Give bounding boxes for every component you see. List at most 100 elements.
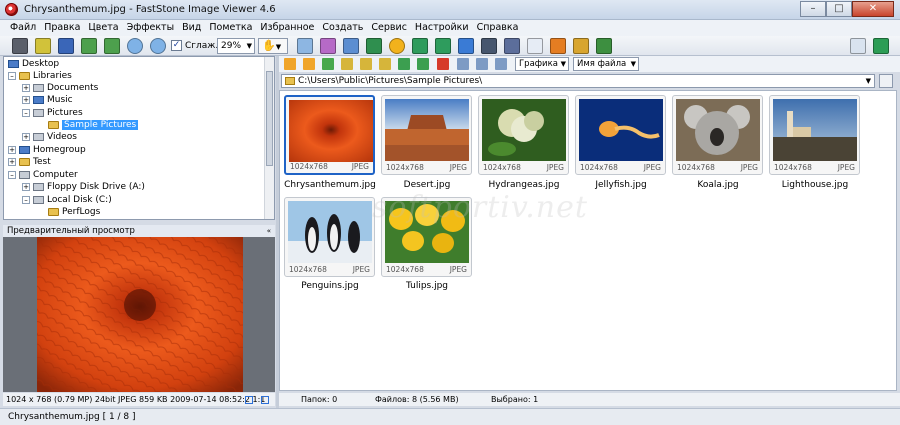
user-icon[interactable] (366, 38, 382, 54)
slideshow-icon[interactable] (320, 38, 336, 54)
copy-folder-icon[interactable] (379, 58, 391, 70)
thumbnail-name[interactable]: Chrysanthemum.jpg (280, 180, 380, 190)
thumbnail-name[interactable]: Hydrangeas.jpg (474, 180, 574, 190)
menu-help[interactable]: Справка (473, 20, 523, 36)
hand-tool-button[interactable]: ✋▼ (258, 38, 288, 54)
compare-icon[interactable] (343, 38, 359, 54)
thumbnail-card[interactable]: 1024x768 JPEG (575, 95, 666, 175)
thumbnail-name[interactable]: Lighthouse.jpg (765, 180, 865, 190)
open-folder-icon[interactable] (35, 38, 51, 54)
favorites-icon[interactable] (879, 74, 893, 88)
scrollbar-thumb[interactable] (266, 71, 273, 166)
expand-icon[interactable]: + (8, 145, 16, 154)
tree-item-floppy[interactable]: + Floppy Disk Drive (A:) (22, 181, 145, 193)
smooth-checkbox[interactable]: ✓ (171, 40, 182, 51)
thumbnail-card[interactable]: 1024x768 JPEG (284, 197, 375, 277)
tree-item-desktop[interactable]: Desktop (8, 58, 59, 70)
forward-arrow-icon[interactable] (303, 58, 315, 70)
thumbnail-name[interactable]: Tulips.jpg (377, 281, 477, 291)
tree-item-music[interactable]: + Music (22, 94, 73, 106)
menu-favorites[interactable]: Избранное (256, 20, 318, 36)
fullscreen-icon[interactable] (873, 38, 889, 54)
thumbnail-name[interactable]: Koala.jpg (668, 180, 768, 190)
expand-icon[interactable]: + (8, 157, 16, 166)
menu-colors[interactable]: Цвета (84, 20, 122, 36)
fit-icon[interactable] (245, 396, 253, 404)
collapse-icon[interactable]: – (8, 170, 16, 179)
tree-scrollbar[interactable] (264, 57, 274, 219)
menu-view[interactable]: Вид (178, 20, 205, 36)
app-icon[interactable] (5, 3, 18, 16)
thumbnail-card[interactable]: 1024x768 JPEG (284, 95, 375, 175)
zoom-select[interactable]: 29% ▼ (217, 38, 255, 54)
thumbnail-name[interactable]: Penguins.jpg (280, 281, 380, 291)
new-folder-icon[interactable] (360, 58, 372, 70)
back-arrow-icon[interactable] (284, 58, 296, 70)
menu-effects[interactable]: Эффекты (123, 20, 179, 36)
thumbnail-card[interactable]: 1024x768 JPEG (381, 95, 472, 175)
menu-settings[interactable]: Настройки (411, 20, 473, 36)
up-folder-icon[interactable] (322, 58, 334, 70)
menu-tag[interactable]: Пометка (205, 20, 256, 36)
close-button[interactable]: ✕ (852, 1, 894, 17)
tree-item-pictures[interactable]: – Pictures (22, 107, 83, 119)
resize-icon[interactable] (504, 38, 520, 54)
rotate-right-icon[interactable] (435, 38, 451, 54)
zoom-out-icon[interactable] (150, 38, 166, 54)
crop-icon[interactable] (481, 38, 497, 54)
chevron-down-icon[interactable]: ▼ (866, 75, 871, 87)
fit-window-icon[interactable] (297, 38, 313, 54)
collapse-icon[interactable]: – (8, 71, 16, 80)
expand-icon[interactable]: + (22, 83, 30, 92)
tree-item-local-disk[interactable]: – Local Disk (C:) (22, 194, 112, 206)
camera-icon[interactable] (12, 38, 28, 54)
thumbnail-name[interactable]: Jellyfish.jpg (571, 180, 671, 190)
rotate-left-icon[interactable] (412, 38, 428, 54)
tree-item-libraries[interactable]: – Libraries (8, 70, 72, 82)
tree-item-homegroup[interactable]: + Homegroup (8, 144, 86, 156)
next-image-icon[interactable] (104, 38, 120, 54)
maximize-button[interactable]: □ (826, 1, 852, 17)
tree-item-test[interactable]: + Test (8, 156, 51, 168)
email-icon[interactable] (550, 38, 566, 54)
properties-icon[interactable] (596, 38, 612, 54)
tree-item-computer[interactable]: – Computer (8, 169, 78, 181)
thumbnail-card[interactable]: 1024x768 JPEG (478, 95, 569, 175)
menu-create[interactable]: Создать (318, 20, 367, 36)
thumbnail-card[interactable]: 1024x768 JPEG (769, 95, 860, 175)
zoom-in-icon[interactable] (127, 38, 143, 54)
save-icon[interactable] (58, 38, 74, 54)
previous-image-icon[interactable] (81, 38, 97, 54)
tree-item-sample-pictures[interactable]: Sample Pictures (48, 119, 139, 131)
move-icon[interactable] (398, 58, 410, 70)
gear-icon[interactable] (389, 38, 405, 54)
tree-item-perflogs[interactable]: PerfLogs (48, 206, 100, 218)
folder-icon[interactable] (341, 58, 353, 70)
thumbnail-name[interactable]: Desert.jpg (377, 180, 477, 190)
collapse-chevron-icon[interactable]: « (267, 225, 271, 237)
details-view-icon[interactable] (495, 58, 507, 70)
layout-icon[interactable] (850, 38, 866, 54)
path-field[interactable]: C:\Users\Public\Pictures\Sample Pictures… (281, 74, 875, 88)
refresh-icon[interactable] (417, 58, 429, 70)
collapse-icon[interactable]: – (22, 108, 30, 117)
grid-view-icon[interactable] (476, 58, 488, 70)
tree-item-videos[interactable]: + Videos (22, 131, 77, 143)
expand-icon[interactable]: + (22, 132, 30, 141)
thumbnail-card[interactable]: 1024x768 JPEG (672, 95, 763, 175)
menu-edit[interactable]: Правка (40, 20, 84, 36)
expand-icon[interactable]: + (22, 95, 30, 104)
menu-file[interactable]: Файл (6, 20, 40, 36)
print-icon[interactable] (573, 38, 589, 54)
menu-tools[interactable]: Сервис (367, 20, 411, 36)
minimize-button[interactable]: – (800, 1, 826, 17)
collapse-icon[interactable]: – (22, 195, 30, 204)
tree-item-documents[interactable]: + Documents (22, 82, 98, 94)
view-filter-select[interactable]: Графика ▼ (515, 57, 569, 71)
expand-icon[interactable]: + (22, 182, 30, 191)
actual-size-icon[interactable] (261, 396, 269, 404)
delete-icon[interactable] (437, 58, 449, 70)
thumbnail-view-icon[interactable] (457, 58, 469, 70)
draw-icon[interactable] (527, 38, 543, 54)
histogram-icon[interactable] (458, 38, 474, 54)
